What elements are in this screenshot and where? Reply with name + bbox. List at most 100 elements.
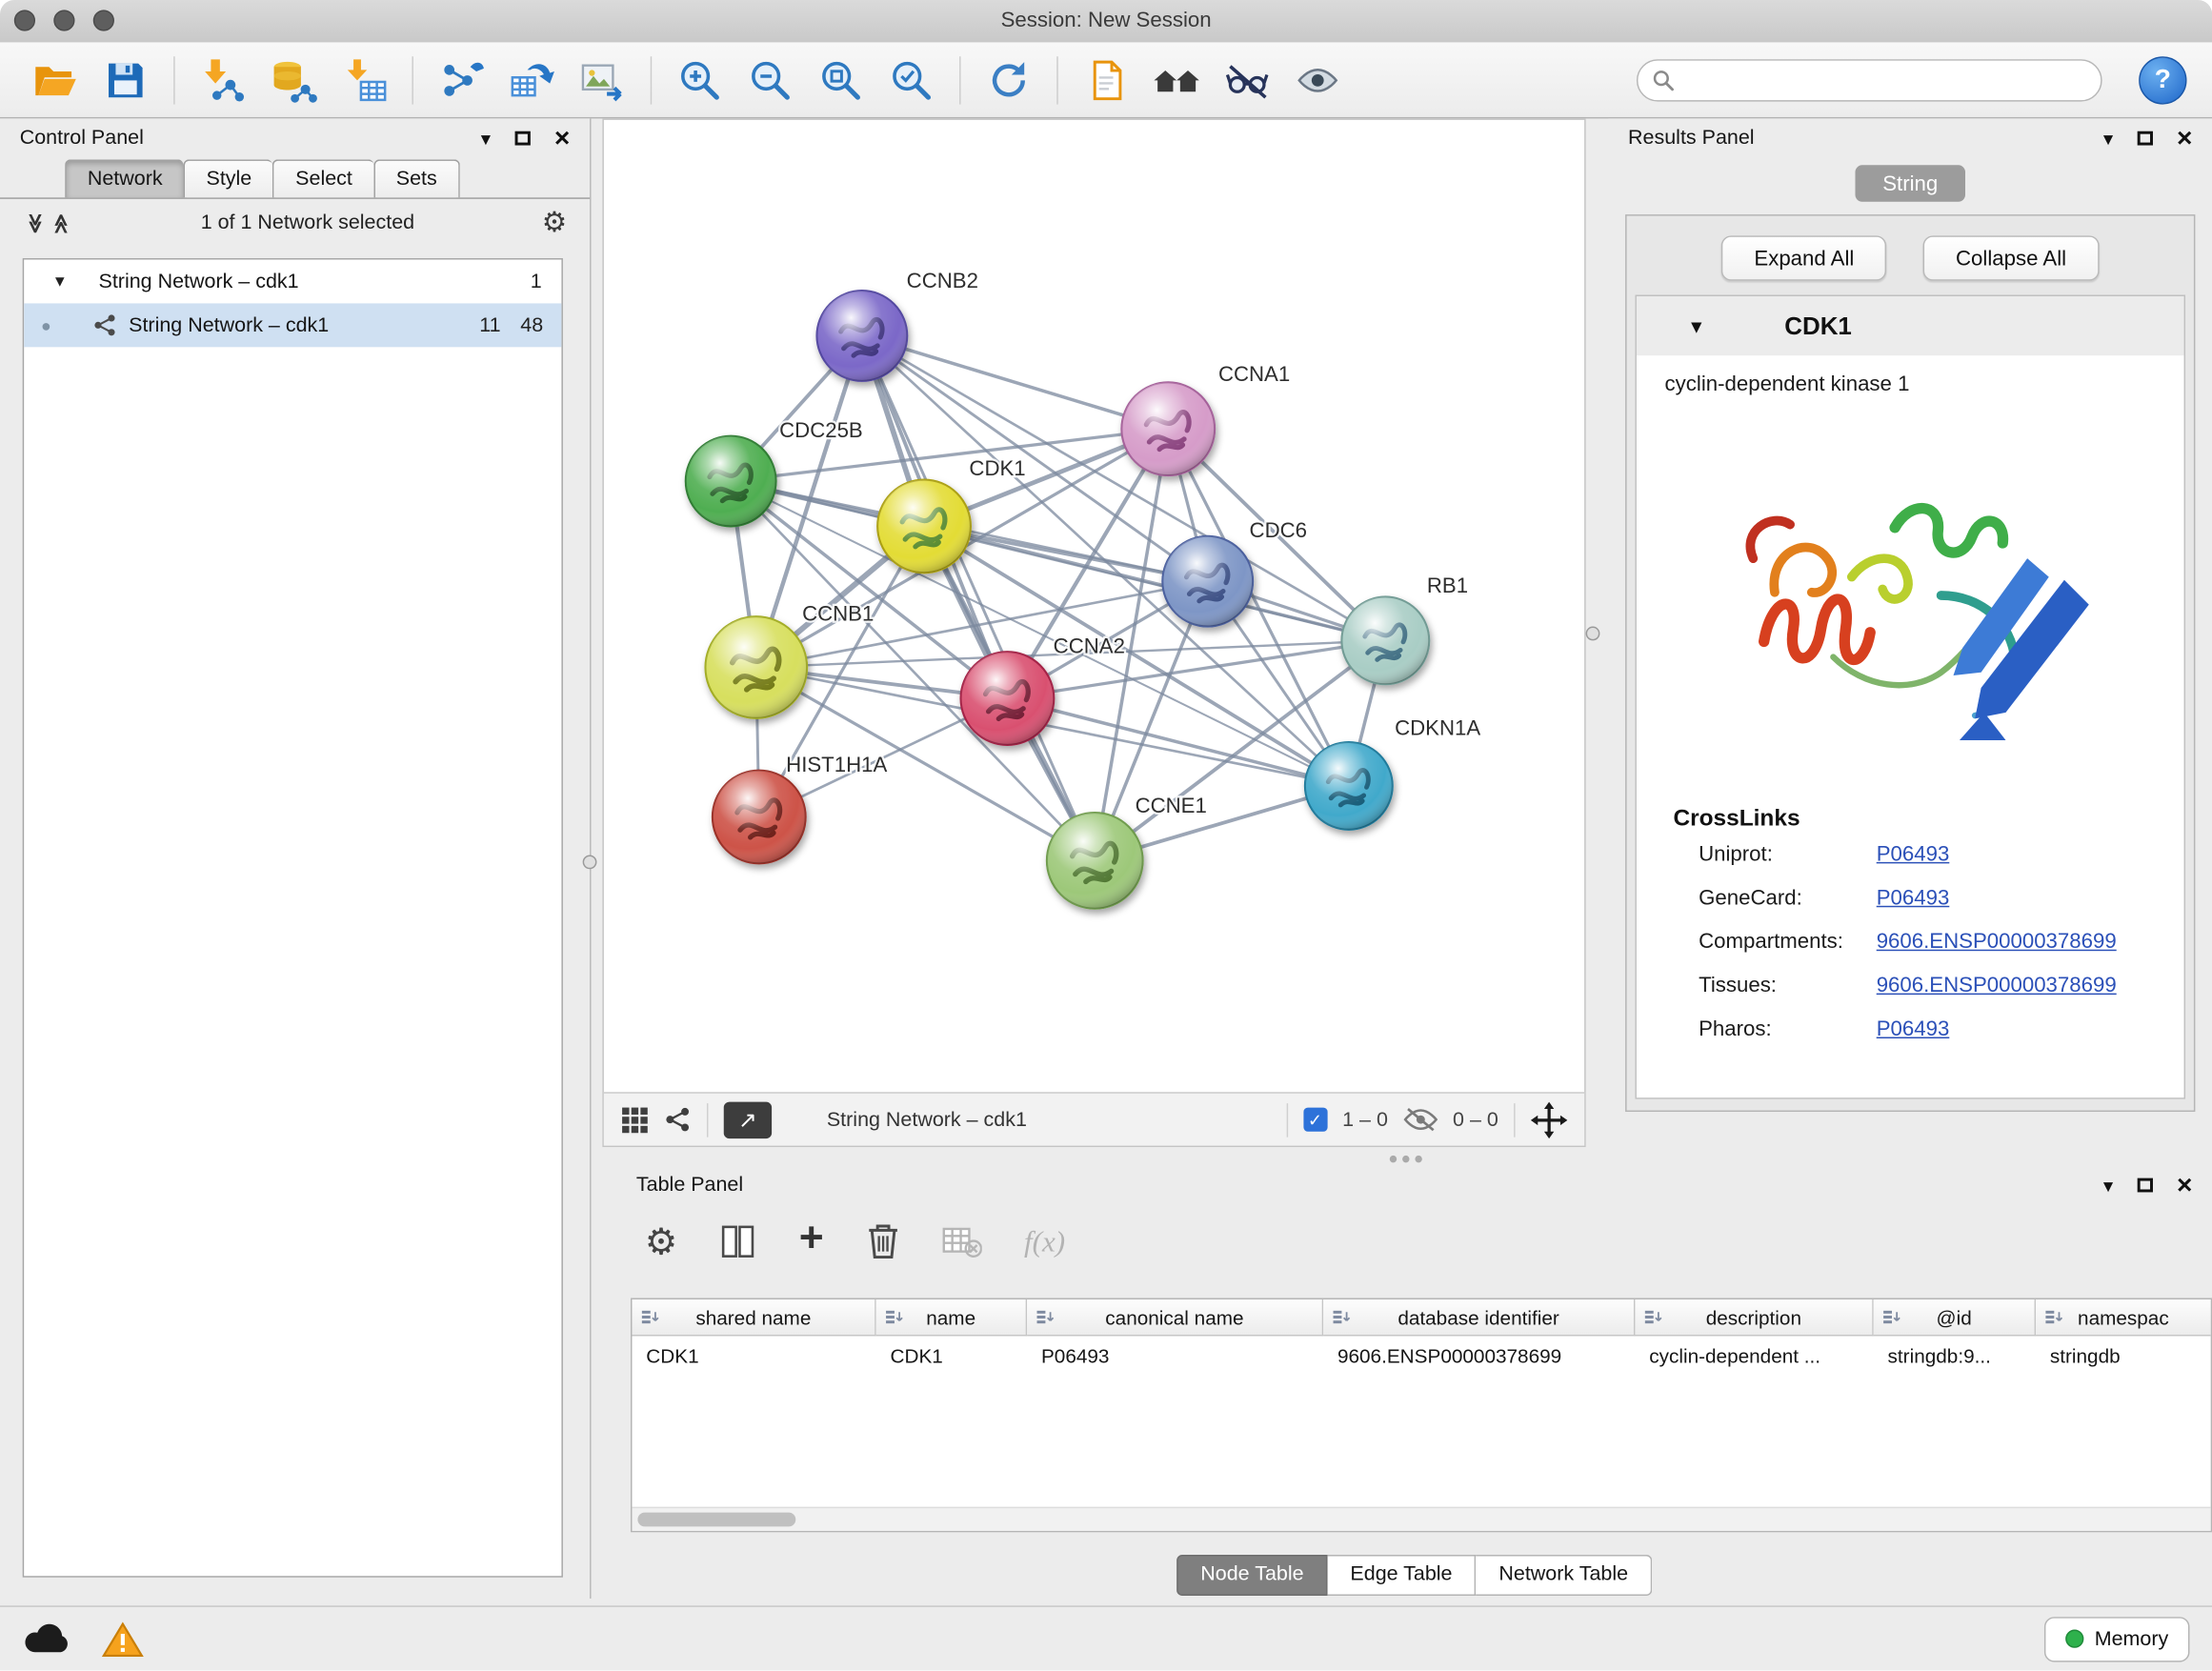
network-node-CCNA1[interactable] bbox=[1121, 382, 1215, 475]
horizontal-scrollbar[interactable] bbox=[632, 1507, 2210, 1531]
import-network-database-button[interactable] bbox=[258, 49, 329, 111]
uniprot-link[interactable]: P06493 bbox=[1877, 842, 1950, 866]
column-header[interactable]: @id bbox=[1874, 1299, 2036, 1337]
panel-close-icon[interactable]: × bbox=[2177, 1172, 2192, 1198]
cell-shared-name[interactable]: CDK1 bbox=[632, 1336, 875, 1374]
collapse-all-tree-icon[interactable]: ≫ bbox=[23, 211, 47, 236]
panel-menu-chevron-icon[interactable]: ▾ bbox=[2103, 1176, 2113, 1196]
hide-glasses-button[interactable] bbox=[1212, 49, 1282, 111]
cell-database-identifier[interactable]: 9606.ENSP00000378699 bbox=[1323, 1336, 1635, 1374]
copy-document-button[interactable] bbox=[1071, 49, 1141, 111]
import-table-button[interactable] bbox=[329, 49, 399, 111]
tissues-link[interactable]: 9606.ENSP00000378699 bbox=[1877, 974, 2117, 997]
network-node-CCNE1[interactable] bbox=[1047, 813, 1143, 909]
panel-float-icon[interactable] bbox=[2138, 1178, 2153, 1193]
string-tab-badge[interactable]: String bbox=[1855, 165, 1965, 202]
right-splitter-grip[interactable] bbox=[1586, 627, 1600, 641]
network-node-CDKN1A[interactable] bbox=[1305, 742, 1393, 830]
save-session-button[interactable] bbox=[90, 49, 161, 111]
pharos-link[interactable]: P06493 bbox=[1877, 1017, 1950, 1041]
tab-sets[interactable]: Sets bbox=[373, 159, 459, 197]
cell-name[interactable]: CDK1 bbox=[876, 1336, 1027, 1374]
show-eye-button[interactable] bbox=[1282, 49, 1353, 111]
tab-style[interactable]: Style bbox=[184, 159, 273, 197]
genecard-link[interactable]: P06493 bbox=[1877, 886, 1950, 910]
panel-float-icon[interactable] bbox=[514, 131, 530, 146]
network-edge[interactable] bbox=[862, 335, 1095, 860]
column-header[interactable]: namespac bbox=[2036, 1299, 2211, 1337]
column-header[interactable]: canonical name bbox=[1027, 1299, 1323, 1337]
new-network-button[interactable] bbox=[426, 49, 496, 111]
help-button[interactable]: ? bbox=[2139, 55, 2186, 103]
open-session-button[interactable] bbox=[20, 49, 90, 111]
search-input[interactable] bbox=[1683, 67, 2087, 92]
zoom-fit-button[interactable] bbox=[806, 49, 876, 111]
collapse-all-button[interactable]: Collapse All bbox=[1923, 235, 2099, 280]
tab-edge-table[interactable]: Edge Table bbox=[1328, 1555, 1477, 1596]
section-expand-icon[interactable]: ▼ bbox=[1687, 315, 1705, 336]
network-canvas[interactable]: CCNB2CCNA1CDC25BCDK1CDC6RB1CCNB1CCNA2CDK… bbox=[604, 120, 1584, 1092]
cloud-icon[interactable] bbox=[23, 1621, 70, 1656]
zoom-selected-button[interactable] bbox=[876, 49, 947, 111]
table-options-gear-icon[interactable]: ⚙ bbox=[645, 1223, 678, 1260]
cell-canonical-name[interactable]: P06493 bbox=[1027, 1336, 1323, 1374]
cell-id[interactable]: stringdb:9... bbox=[1874, 1336, 2036, 1374]
network-row-selected[interactable]: ● String Network – cdk1 11 48 bbox=[24, 303, 561, 347]
table-toolbar: ⚙ + f(x) bbox=[616, 1205, 2212, 1278]
show-columns-icon[interactable] bbox=[720, 1223, 757, 1260]
warning-icon[interactable] bbox=[102, 1621, 144, 1658]
delete-table-icon[interactable] bbox=[942, 1224, 981, 1258]
left-splitter-grip[interactable] bbox=[583, 855, 597, 869]
zoom-out-button[interactable] bbox=[735, 49, 806, 111]
panel-menu-chevron-icon[interactable]: ▾ bbox=[2103, 129, 2113, 149]
panel-menu-chevron-icon[interactable]: ▾ bbox=[481, 129, 491, 149]
column-header[interactable]: shared name bbox=[632, 1299, 875, 1337]
selected-checkbox-icon[interactable]: ✓ bbox=[1303, 1108, 1327, 1132]
network-edge[interactable] bbox=[862, 335, 1168, 429]
network-node-HIST1H1A[interactable] bbox=[713, 771, 806, 864]
delete-column-trash-icon[interactable] bbox=[866, 1223, 900, 1260]
table-row[interactable]: CDK1 CDK1 P06493 9606.ENSP00000378699 cy… bbox=[632, 1336, 2210, 1374]
panel-float-icon[interactable] bbox=[2138, 131, 2153, 146]
panel-close-icon[interactable]: × bbox=[554, 125, 570, 151]
tab-select[interactable]: Select bbox=[272, 159, 373, 197]
compartments-link[interactable]: 9606.ENSP00000378699 bbox=[1877, 930, 2117, 954]
network-options-gear-icon[interactable]: ⚙ bbox=[542, 209, 568, 237]
network-icon[interactable] bbox=[665, 1106, 692, 1133]
add-column-plus-icon[interactable]: + bbox=[799, 1218, 824, 1259]
network-node-CDK1[interactable] bbox=[877, 480, 971, 574]
horizontal-splitter-grip[interactable] bbox=[1390, 1154, 1427, 1163]
expand-all-button[interactable]: Expand All bbox=[1721, 235, 1886, 280]
gene-section-header[interactable]: ▼ CDK1 bbox=[1637, 296, 2184, 355]
tab-network[interactable]: Network bbox=[65, 159, 184, 197]
export-image-button[interactable] bbox=[567, 49, 637, 111]
panel-close-icon[interactable]: × bbox=[2177, 125, 2192, 151]
expand-all-tree-icon[interactable]: ≫ bbox=[49, 211, 72, 236]
homes-button[interactable] bbox=[1141, 49, 1212, 111]
tree-expand-icon[interactable]: ▼ bbox=[52, 273, 68, 291]
function-builder-icon[interactable]: f(x) bbox=[1024, 1224, 1065, 1259]
grid-view-icon[interactable] bbox=[621, 1105, 650, 1134]
open-network-in-window-button[interactable]: ↗ bbox=[724, 1101, 772, 1138]
apply-layout-button[interactable] bbox=[974, 49, 1044, 111]
network-node-CCNB1[interactable] bbox=[705, 616, 807, 718]
network-node-CCNB2[interactable] bbox=[816, 291, 907, 381]
import-network-file-button[interactable] bbox=[188, 49, 258, 111]
column-header[interactable]: name bbox=[876, 1299, 1027, 1337]
tab-node-table[interactable]: Node Table bbox=[1176, 1555, 1328, 1596]
cell-namespace[interactable]: stringdb bbox=[2036, 1336, 2211, 1374]
column-header[interactable]: database identifier bbox=[1323, 1299, 1635, 1337]
network-node-RB1[interactable] bbox=[1341, 596, 1429, 684]
network-collection-row[interactable]: ▼ String Network – cdk1 1 bbox=[24, 260, 561, 304]
cell-description[interactable]: cyclin-dependent ... bbox=[1635, 1336, 1873, 1374]
pan-crosshair-icon[interactable] bbox=[1531, 1101, 1568, 1138]
network-node-CDC6[interactable] bbox=[1162, 536, 1253, 627]
zoom-in-button[interactable] bbox=[665, 49, 735, 111]
column-header[interactable]: description bbox=[1635, 1299, 1873, 1337]
network-node-CDC25B[interactable] bbox=[686, 436, 776, 527]
tab-network-table[interactable]: Network Table bbox=[1477, 1555, 1653, 1596]
network-node-CCNA2[interactable] bbox=[961, 652, 1055, 745]
clone-network-button[interactable] bbox=[496, 49, 567, 111]
memory-button[interactable]: Memory bbox=[2043, 1616, 2189, 1661]
scrollbar-thumb[interactable] bbox=[637, 1513, 795, 1527]
